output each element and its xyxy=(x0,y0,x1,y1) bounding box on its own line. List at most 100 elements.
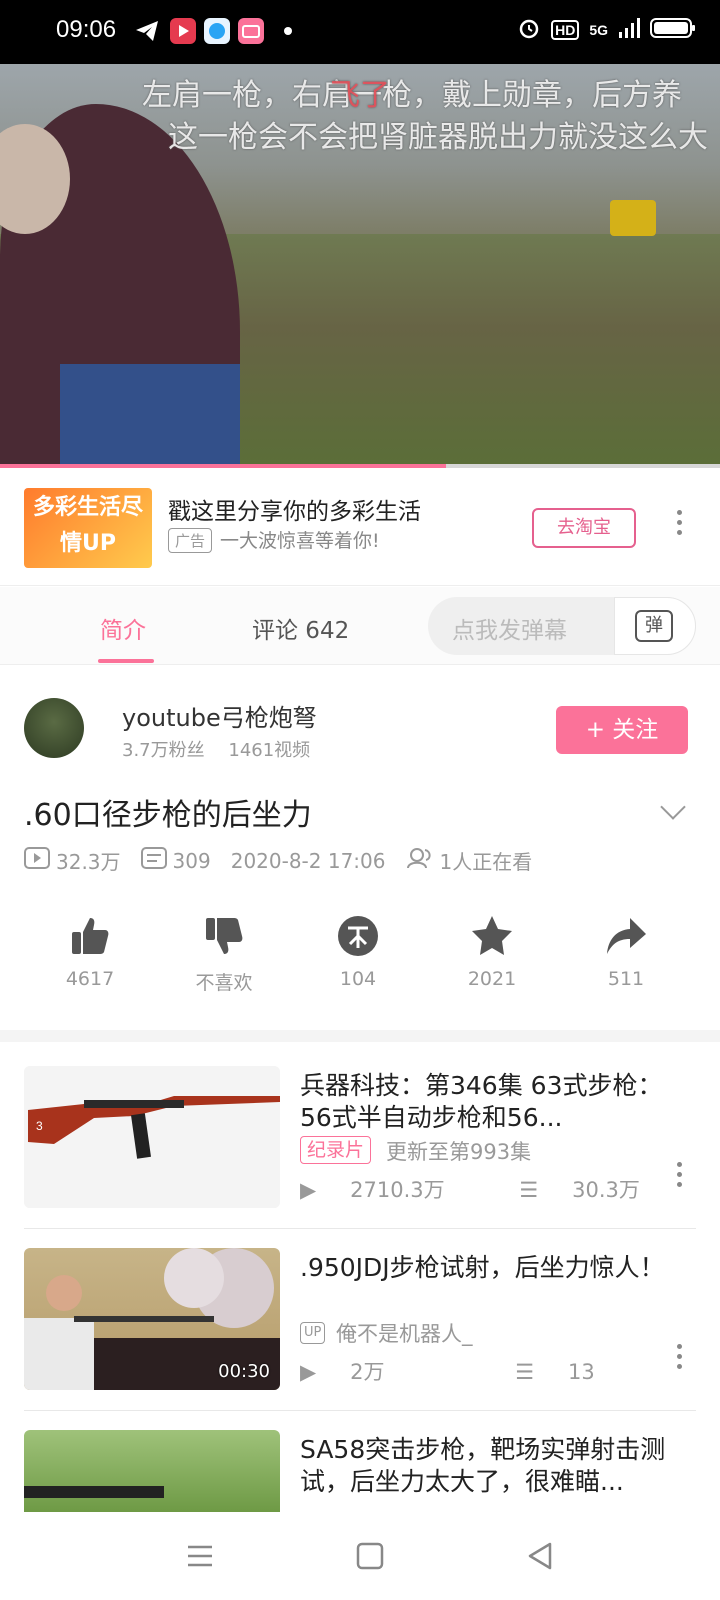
section-divider xyxy=(0,1030,720,1042)
tab-bar: 简介 评论 642 点我发弹幕 弹 xyxy=(0,587,720,665)
tab-intro[interactable]: 简介 xyxy=(100,611,146,645)
danmaku-item: 309 xyxy=(140,847,211,874)
views-count: 2万 xyxy=(350,1360,385,1384)
video-frame-jeans xyxy=(60,364,240,468)
follow-button[interactable]: + 关注 xyxy=(556,706,688,754)
uploader-name[interactable]: youtube弓枪炮弩 xyxy=(122,698,317,733)
danmaku-count: 309 xyxy=(172,848,211,873)
ad-title: 戳这里分享你的多彩生活 xyxy=(168,499,421,525)
share-icon xyxy=(604,914,648,958)
watching-item: 1人正在看 xyxy=(406,846,533,875)
publish-date: 2020-8-2 17:06 xyxy=(230,848,386,873)
ad-taobao-button[interactable]: 去淘宝 xyxy=(532,508,636,548)
danmaku-item: ☰ 30.3万 xyxy=(519,1174,674,1204)
watching-count: 1人正在看 xyxy=(439,850,533,874)
telegram-icon xyxy=(134,18,160,44)
dislike-button[interactable]: 不喜欢 xyxy=(164,906,284,995)
list-item[interactable]: 3 兵器科技：第346集 63式步枪：56式半自动步枪和56... 纪录片 更新… xyxy=(0,1066,720,1246)
divider xyxy=(24,1228,696,1229)
ad-more-icon[interactable] xyxy=(677,510,683,540)
video-meta: 32.3万 309 2020-8-2 17:06 1人正在看 xyxy=(24,846,552,875)
video-app-icon xyxy=(170,18,196,44)
alarm-icon xyxy=(517,16,541,44)
people-icon xyxy=(406,847,434,874)
uploader-stats: 3.7万粉丝 1461视频 xyxy=(122,736,328,762)
danmaku-send-button[interactable]: 弹 xyxy=(614,597,696,655)
tab-comments[interactable]: 评论 642 xyxy=(252,611,349,645)
danmaku-tv-icon: 弹 xyxy=(635,610,673,642)
favorite-button[interactable]: 2021 xyxy=(432,906,552,990)
danmaku-item: ☰ 13 xyxy=(515,1360,629,1384)
chat-app-icon xyxy=(204,18,230,44)
avatar[interactable] xyxy=(24,698,84,758)
related-thumbnail xyxy=(24,1430,280,1512)
related-thumbnail: 00:30 xyxy=(24,1248,280,1390)
star-icon xyxy=(470,914,514,958)
danmaku-comment: 飞了 xyxy=(330,78,390,113)
uploader-videos: 1461视频 xyxy=(228,740,311,761)
uploader-info: youtube弓枪炮弩 3.7万粉丝 1461视频 + 关注 xyxy=(0,680,720,770)
tab-active-indicator xyxy=(98,659,154,663)
danmaku-input[interactable]: 点我发弹幕 弹 xyxy=(428,597,696,655)
list-item[interactable]: SA58突击步枪，靶场实弹射击测试，后坐力太大了，很难瞄... xyxy=(0,1430,720,1512)
danmaku-input-placeholder: 点我发弹幕 xyxy=(452,618,567,644)
views-item: 32.3万 xyxy=(24,846,121,875)
status-bar: 09:06 HD 5G xyxy=(0,0,720,64)
views-count: 32.3万 xyxy=(56,850,121,874)
action-bar: 4617 不喜欢 104 2021 511 xyxy=(0,906,720,1006)
like-button[interactable]: 4617 xyxy=(30,906,150,990)
views-item: ▶ 2710.3万 xyxy=(300,1174,479,1204)
ad-banner[interactable]: 多彩生活尽情UP 戳这里分享你的多彩生活 广告 一大波惊喜等着你! 去淘宝 xyxy=(0,468,720,586)
favorite-count: 2021 xyxy=(467,968,517,990)
more-icon[interactable] xyxy=(677,1162,683,1192)
danmaku-count: 13 xyxy=(568,1360,595,1384)
signal-icon xyxy=(618,17,640,43)
hd-indicator: HD xyxy=(551,20,580,40)
video-player[interactable]: 左肩一枪，右肩一枪，戴上勋章，后方养 这一枪会不会把肾脏器脱出力就没这么大 飞了 xyxy=(0,64,720,468)
danmaku-count-icon: ☰ xyxy=(515,1360,535,1384)
thumbs-up-icon xyxy=(68,914,112,958)
share-button[interactable]: 511 xyxy=(566,906,686,990)
views-count: 2710.3万 xyxy=(350,1178,445,1202)
danmaku-count-icon xyxy=(140,847,167,874)
chevron-down-icon[interactable] xyxy=(660,794,686,820)
coin-button[interactable]: 104 xyxy=(298,906,418,990)
danmaku-count-icon: ☰ xyxy=(519,1178,539,1202)
related-uploader: 俺不是机器人_ xyxy=(336,1322,473,1346)
related-title: .950JDJ步枪试射，后坐力惊人！ xyxy=(300,1253,665,1282)
dislike-label: 不喜欢 xyxy=(195,972,253,994)
danmaku-comment: 这一枪会不会把肾脏器脱出力就没这么大 xyxy=(168,120,708,155)
related-title: 兵器科技：第346集 63式步枪：56式半自动步枪和56... xyxy=(300,1071,663,1132)
up-badge: UP xyxy=(300,1322,326,1344)
play-count-icon xyxy=(24,847,50,874)
svg-text:3: 3 xyxy=(36,1119,43,1133)
related-thumbnail: 3 xyxy=(24,1066,280,1208)
divider xyxy=(24,1410,696,1411)
video-duration: 00:30 xyxy=(218,1361,270,1382)
list-item[interactable]: 00:30 .950JDJ步枪试射，后坐力惊人！ UP 俺不是机器人_ ▶ 2万… xyxy=(0,1248,720,1428)
like-count: 4617 xyxy=(65,968,115,990)
video-frame-excavator xyxy=(610,200,656,236)
ad-subtitle: 一大波惊喜等着你! xyxy=(220,530,380,552)
status-time: 09:06 xyxy=(56,16,117,43)
play-count-icon: ▶ xyxy=(300,1178,317,1202)
coin-icon xyxy=(336,914,380,958)
category-badge: 纪录片 xyxy=(300,1136,372,1164)
play-count-icon: ▶ xyxy=(300,1360,317,1384)
views-item: ▶ 2万 xyxy=(300,1356,419,1386)
related-stats: ▶ 2710.3万 ☰ 30.3万 xyxy=(300,1174,708,1204)
system-nav-bar xyxy=(0,1512,720,1600)
menu-icon[interactable] xyxy=(182,1538,218,1574)
ad-thumbnail: 多彩生活尽情UP xyxy=(24,488,152,568)
home-icon[interactable] xyxy=(352,1538,388,1574)
related-title: SA58突击步枪，靶场实弹射击测试，后坐力太大了，很难瞄... xyxy=(300,1435,666,1496)
more-icon[interactable] xyxy=(677,1344,683,1374)
ad-tag: 广告 xyxy=(168,528,213,553)
rifle-grass-image xyxy=(24,1486,164,1498)
network-indicator: 5G xyxy=(589,22,608,38)
uploader-fans: 3.7万粉丝 xyxy=(122,740,205,761)
coin-count: 104 xyxy=(339,968,377,990)
share-count: 511 xyxy=(607,968,645,990)
back-icon[interactable] xyxy=(522,1538,558,1574)
bilibili-app-icon xyxy=(238,18,264,44)
